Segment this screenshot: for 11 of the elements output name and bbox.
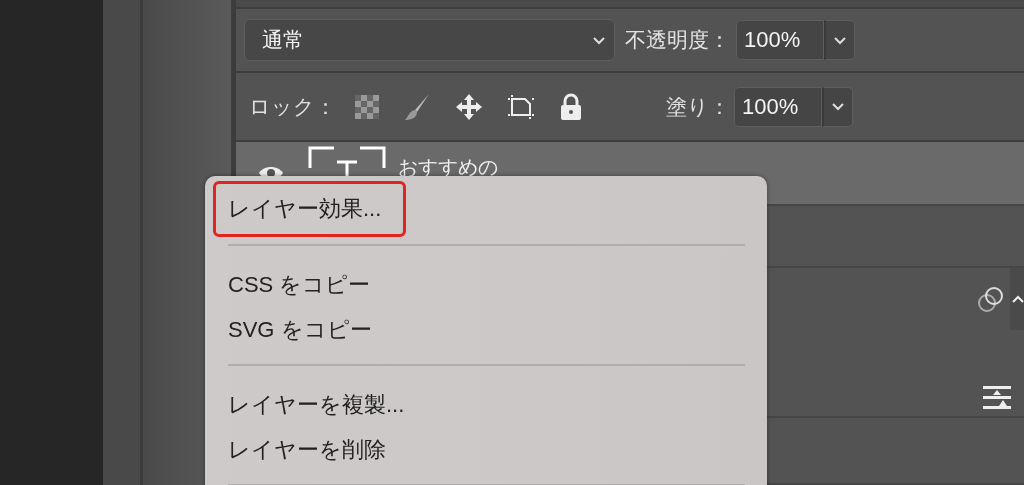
blend-mode-dropdown[interactable]: 通常 [244, 19, 615, 61]
menu-item[interactable]: CSS をコピー [213, 262, 371, 307]
opacity-field[interactable]: 100% [736, 20, 824, 60]
menu-item[interactable]: SVG をコピー [213, 307, 372, 352]
lock-label: ロック： [249, 93, 337, 120]
menu-item[interactable]: レイヤーを複製... [213, 382, 405, 427]
menu-item[interactable]: レイヤーを削除 [213, 427, 386, 472]
fill-field[interactable]: 100% [734, 86, 822, 127]
opacity-label: 不透明度： [625, 27, 731, 53]
fill-label: 塗り： [666, 93, 730, 120]
menu-item[interactable]: レイヤー効果... [213, 181, 407, 237]
